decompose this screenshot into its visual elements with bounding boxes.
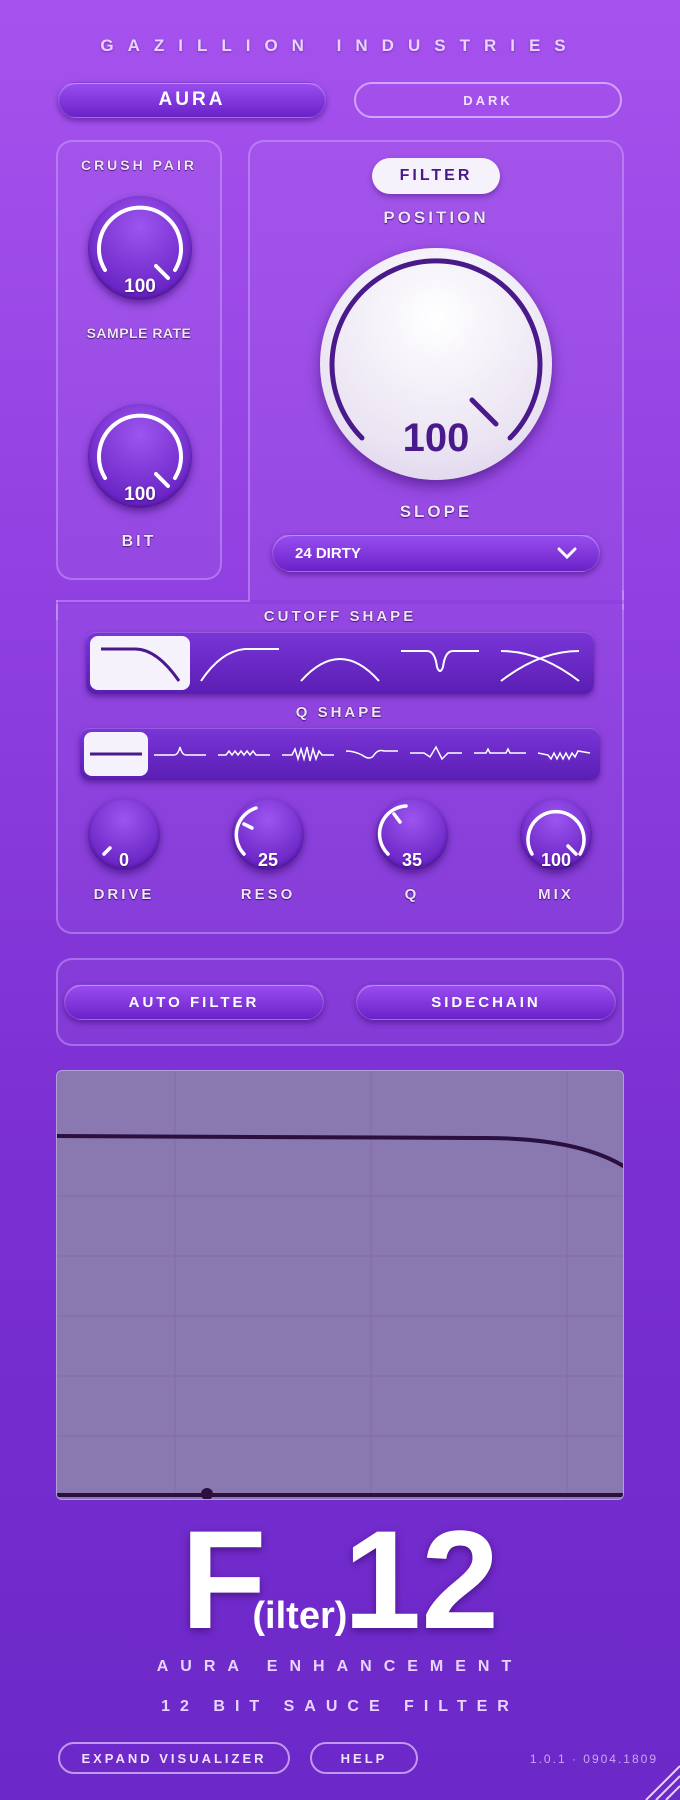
drive-knob[interactable]: 0	[88, 798, 160, 870]
response-curve	[57, 1134, 623, 1169]
slope-label: SLOPE	[399, 502, 473, 521]
frequency-response-graph	[57, 1071, 623, 1500]
q-jagged-option[interactable]	[276, 732, 340, 776]
q-shape-title: Q SHAPE	[295, 704, 385, 721]
q-ripple-option[interactable]	[212, 732, 276, 776]
cutoff-handle[interactable]	[201, 1488, 213, 1500]
reso-knob[interactable]: 25	[232, 798, 304, 870]
notch-icon	[401, 650, 479, 672]
jagged-icon	[282, 746, 334, 762]
brand-title: GAZILLION INDUSTRIES	[100, 36, 580, 55]
cutoff-bandpass-option[interactable]	[290, 636, 390, 690]
tagline-aura: AURA ENHANCEMENT	[156, 1658, 524, 1675]
expand-visualizer-button[interactable]: EXPAND VISUALIZER	[58, 1742, 290, 1774]
bandpass-icon	[300, 658, 380, 682]
panel-divider	[56, 600, 250, 602]
flat-icon	[90, 752, 142, 756]
q-steps-option[interactable]	[468, 732, 532, 776]
cutoff-highpass-option[interactable]	[190, 636, 290, 690]
cutoff-crossover-option[interactable]	[490, 636, 590, 690]
highpass-icon	[200, 648, 279, 682]
chevron-down-icon	[557, 547, 577, 559]
q-noise-option[interactable]	[532, 732, 596, 776]
preset-button[interactable]: AURA	[58, 82, 326, 118]
drive-value: 0	[118, 850, 129, 870]
sidechain-button[interactable]: SIDECHAIN	[356, 984, 616, 1020]
logo-12: 12	[343, 1501, 500, 1658]
q-knob[interactable]: 35	[376, 798, 448, 870]
mix-value: 100	[540, 850, 572, 870]
drive-label: DRIVE	[93, 886, 155, 903]
q-label: Q	[404, 886, 420, 903]
mix-knob[interactable]: 100	[520, 798, 592, 870]
ripple-icon	[218, 749, 270, 757]
slope-dropdown[interactable]: 24 DIRTY	[272, 534, 600, 572]
reso-label: RESO	[240, 886, 296, 903]
q-wave-option[interactable]	[340, 732, 404, 776]
position-label: POSITION	[383, 208, 489, 227]
zigzag-icon	[410, 745, 462, 761]
bit-label: BIT	[121, 533, 157, 550]
slope-value: 24 DIRTY	[295, 544, 361, 562]
peak-icon	[154, 746, 206, 756]
q-peak-option[interactable]	[148, 732, 212, 776]
filter-visualizer[interactable]	[56, 1070, 624, 1500]
noise-icon	[537, 750, 591, 761]
sample-rate-value: 100	[124, 276, 156, 297]
tagline-sauce: 12 BIT SAUCE FILTER	[161, 1698, 519, 1715]
reso-value: 25	[257, 850, 279, 870]
bit-value: 100	[124, 484, 156, 505]
filter-tab[interactable]: FILTER	[372, 158, 500, 194]
position-value: 100	[402, 416, 470, 460]
resize-grip-icon[interactable]	[640, 1760, 680, 1800]
sample-rate-knob[interactable]: 100	[88, 196, 192, 300]
bit-knob[interactable]: 100	[88, 404, 192, 508]
sample-rate-label: SAMPLE RATE	[86, 325, 192, 341]
auto-filter-button[interactable]: AUTO FILTER	[64, 984, 324, 1020]
q-value: 35	[401, 850, 423, 870]
crossover-icon	[500, 650, 580, 682]
logo-ilter: (ilter)	[252, 1595, 348, 1637]
cutoff-shape-selector	[86, 632, 594, 694]
theme-button[interactable]: DARK	[354, 82, 622, 118]
cutoff-notch-option[interactable]	[390, 636, 490, 690]
wave-icon	[345, 749, 398, 759]
version-text: 1.0.1 · 0904.1809	[529, 1752, 658, 1766]
product-logo: F(ilter)12	[0, 1510, 680, 1650]
q-flat-option[interactable]	[84, 732, 148, 776]
cutoff-lowpass-option[interactable]	[90, 636, 190, 690]
q-zigzag-option[interactable]	[404, 732, 468, 776]
mix-label: MIX	[538, 886, 574, 903]
lowpass-icon	[101, 647, 181, 682]
q-shape-selector	[80, 728, 600, 780]
position-knob[interactable]: 100	[320, 248, 552, 480]
steps-icon	[474, 747, 526, 754]
panel-divider	[622, 590, 624, 610]
crush-pair-title: CRUSH PAIR	[80, 157, 198, 173]
cutoff-shape-title: CUTOFF SHAPE	[263, 608, 417, 625]
help-button[interactable]: HELP	[310, 1742, 418, 1774]
